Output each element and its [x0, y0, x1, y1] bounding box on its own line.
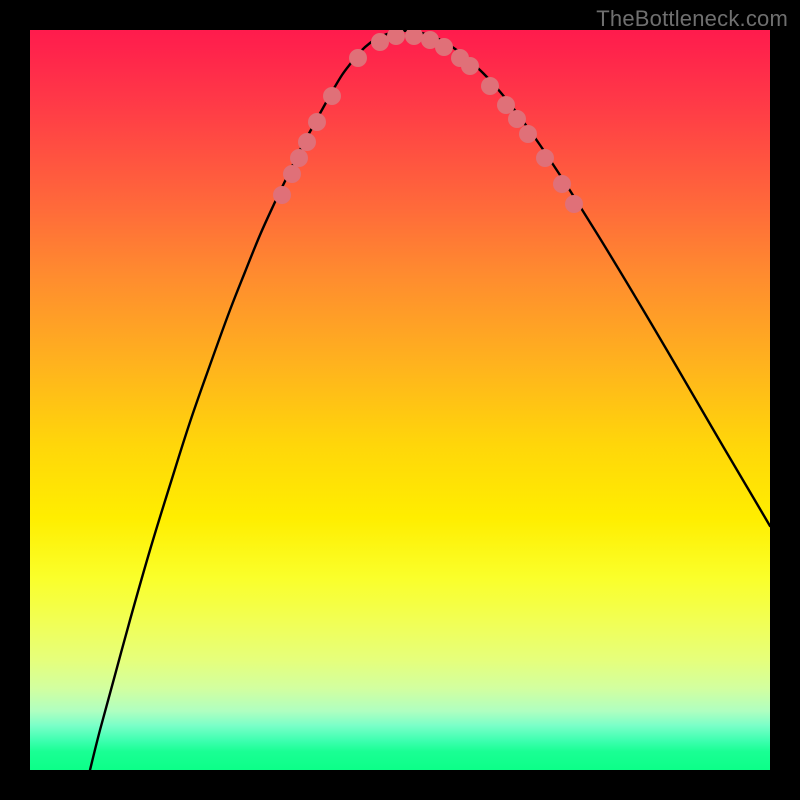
curve-left-curve [90, 31, 400, 770]
marker-dot [273, 186, 291, 204]
marker-dot [371, 33, 389, 51]
curve-right-curve [400, 31, 770, 526]
marker-dot [519, 125, 537, 143]
chart-svg [30, 30, 770, 770]
marker-dot [308, 113, 326, 131]
marker-dot [536, 149, 554, 167]
marker-dot [565, 195, 583, 213]
watermark-label: TheBottleneck.com [596, 6, 788, 32]
marker-dot [435, 38, 453, 56]
marker-dot [283, 165, 301, 183]
marker-dot [349, 49, 367, 67]
curve-group [90, 31, 770, 770]
marker-dot [497, 96, 515, 114]
marker-dot [481, 77, 499, 95]
marker-group [273, 30, 583, 213]
marker-dot [461, 57, 479, 75]
marker-dot [290, 149, 308, 167]
plot-area [30, 30, 770, 770]
marker-dot [508, 110, 526, 128]
chart-frame: TheBottleneck.com [0, 0, 800, 800]
marker-dot [405, 30, 423, 45]
marker-dot [323, 87, 341, 105]
marker-dot [387, 30, 405, 45]
marker-dot [298, 133, 316, 151]
marker-dot [553, 175, 571, 193]
